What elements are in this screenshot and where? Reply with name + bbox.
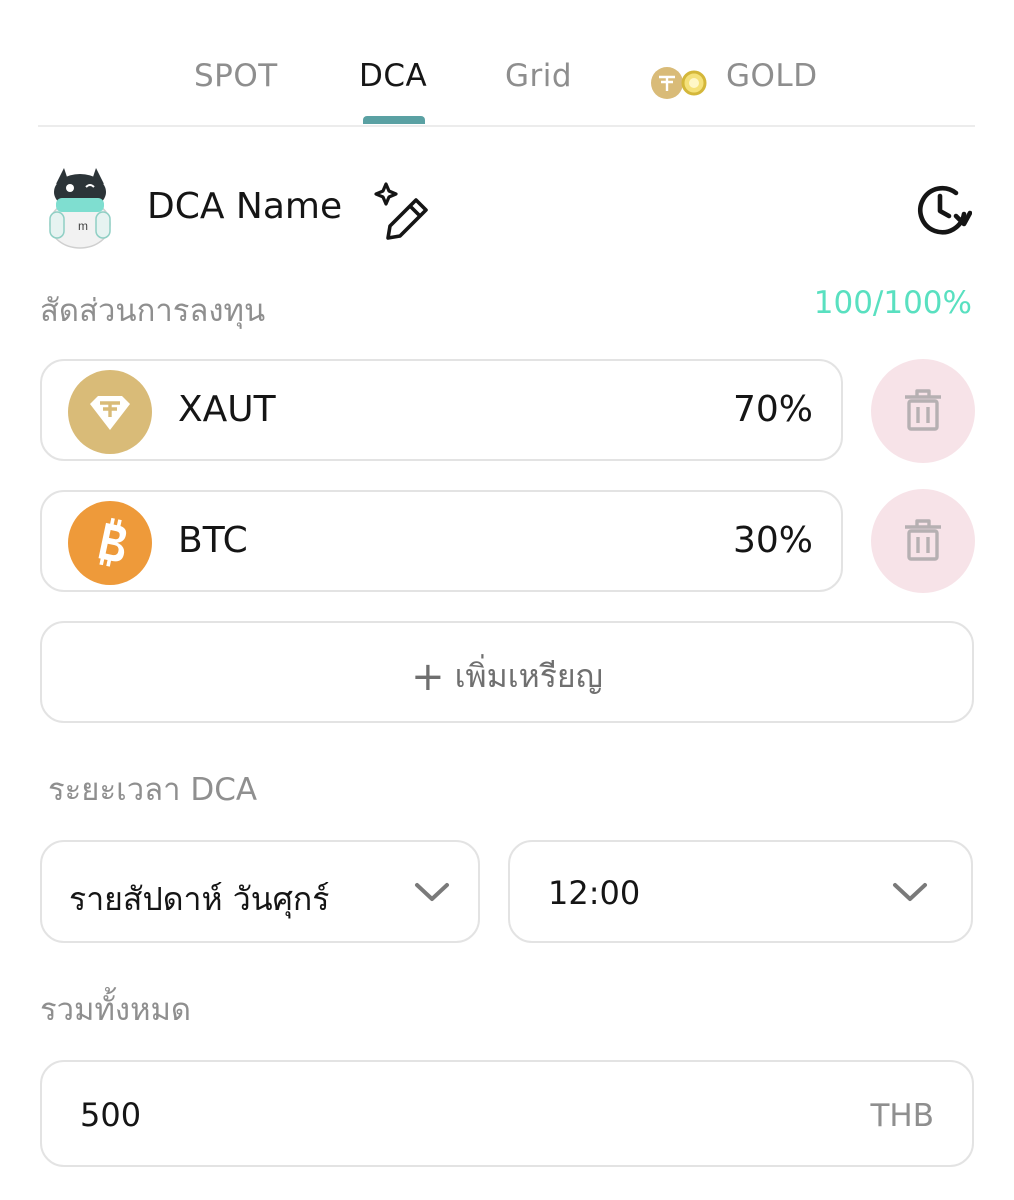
robot-mascot-icon: m (49, 168, 111, 249)
coin-percent[interactable]: 70% (733, 389, 813, 430)
frequency-select[interactable]: รายสัปดาห์ วันศุกร์ (40, 840, 480, 943)
gold-coin-icon (651, 67, 707, 99)
add-coin-button[interactable]: + เพิ่มเหรียญ (40, 621, 974, 723)
coin-symbol: BTC (178, 520, 248, 561)
coin-symbol: XAUT (178, 389, 276, 430)
xaut-icon (68, 370, 152, 454)
frequency-value: รายสัปดาห์ วันศุกร์ (69, 880, 330, 918)
tab-gold[interactable]: GOLD (726, 58, 818, 94)
coin-percent[interactable]: 30% (733, 520, 813, 561)
trash-icon (905, 519, 941, 561)
chevron-down-icon (415, 883, 449, 901)
coin-row-btc[interactable]: BTC 30% (40, 490, 843, 592)
time-value: 12:00 (548, 874, 641, 912)
delete-btc-button[interactable] (871, 489, 975, 593)
allocation-label: สัดส่วนการลงทุน (40, 293, 266, 329)
bitcoin-icon (68, 501, 152, 585)
add-coin-label: เพิ่มเหรียญ (454, 657, 603, 695)
total-label: รวมทั้งหมด (40, 992, 192, 1028)
plus-icon: + (411, 654, 445, 700)
amount-input[interactable] (80, 1096, 680, 1134)
clock-history-icon[interactable] (912, 180, 972, 240)
dca-plan-name: DCA Name (147, 186, 343, 227)
svg-text:m: m (78, 219, 88, 233)
trash-icon (905, 389, 941, 431)
allocation-total: 100/100% (813, 285, 972, 321)
delete-xaut-button[interactable] (871, 359, 975, 463)
amount-field[interactable]: THB (40, 1060, 974, 1167)
active-tab-indicator (363, 116, 425, 124)
coin-row-xaut[interactable]: XAUT 70% (40, 359, 843, 461)
tab-dca[interactable]: DCA (359, 58, 427, 94)
magic-pencil-icon[interactable] (372, 178, 436, 242)
time-select[interactable]: 12:00 (508, 840, 973, 943)
currency-label: THB (870, 1098, 934, 1134)
tab-spot[interactable]: SPOT (194, 58, 278, 94)
trade-mode-tabs: SPOT DCA Grid GOLD (38, 50, 975, 127)
period-label: ระยะเวลา DCA (48, 772, 258, 808)
chevron-down-icon (893, 883, 927, 901)
tab-grid[interactable]: Grid (505, 58, 572, 94)
